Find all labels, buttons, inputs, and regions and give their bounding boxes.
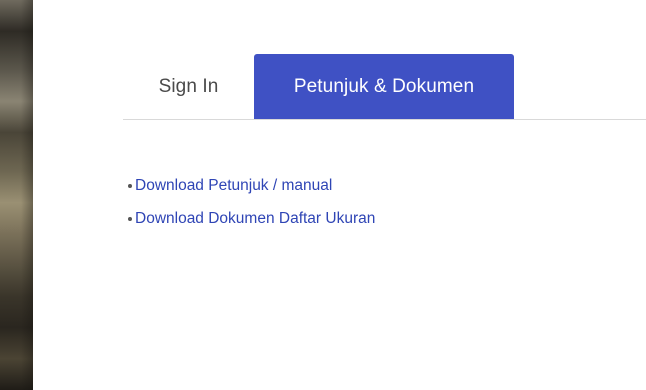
download-size-list-link[interactable]: Download Dokumen Daftar Ukuran	[135, 210, 375, 228]
main-content: Sign In Petunjuk & Dokumen Download Petu…	[33, 0, 646, 390]
list-item: Download Dokumen Daftar Ukuran	[128, 209, 375, 229]
background-photo-edge	[0, 0, 33, 390]
tab-sign-in[interactable]: Sign In	[123, 54, 254, 119]
download-manual-link[interactable]: Download Petunjuk / manual	[135, 177, 332, 195]
page-viewport: Sign In Petunjuk & Dokumen Download Petu…	[0, 0, 646, 390]
tab-bar: Sign In Petunjuk & Dokumen	[123, 54, 514, 119]
document-list: Download Petunjuk / manual Download Doku…	[128, 176, 375, 242]
tab-petunjuk-dokumen[interactable]: Petunjuk & Dokumen	[254, 54, 514, 119]
bullet-icon	[128, 217, 132, 221]
tab-divider	[123, 119, 646, 120]
list-item: Download Petunjuk / manual	[128, 176, 375, 196]
bullet-icon	[128, 184, 132, 188]
